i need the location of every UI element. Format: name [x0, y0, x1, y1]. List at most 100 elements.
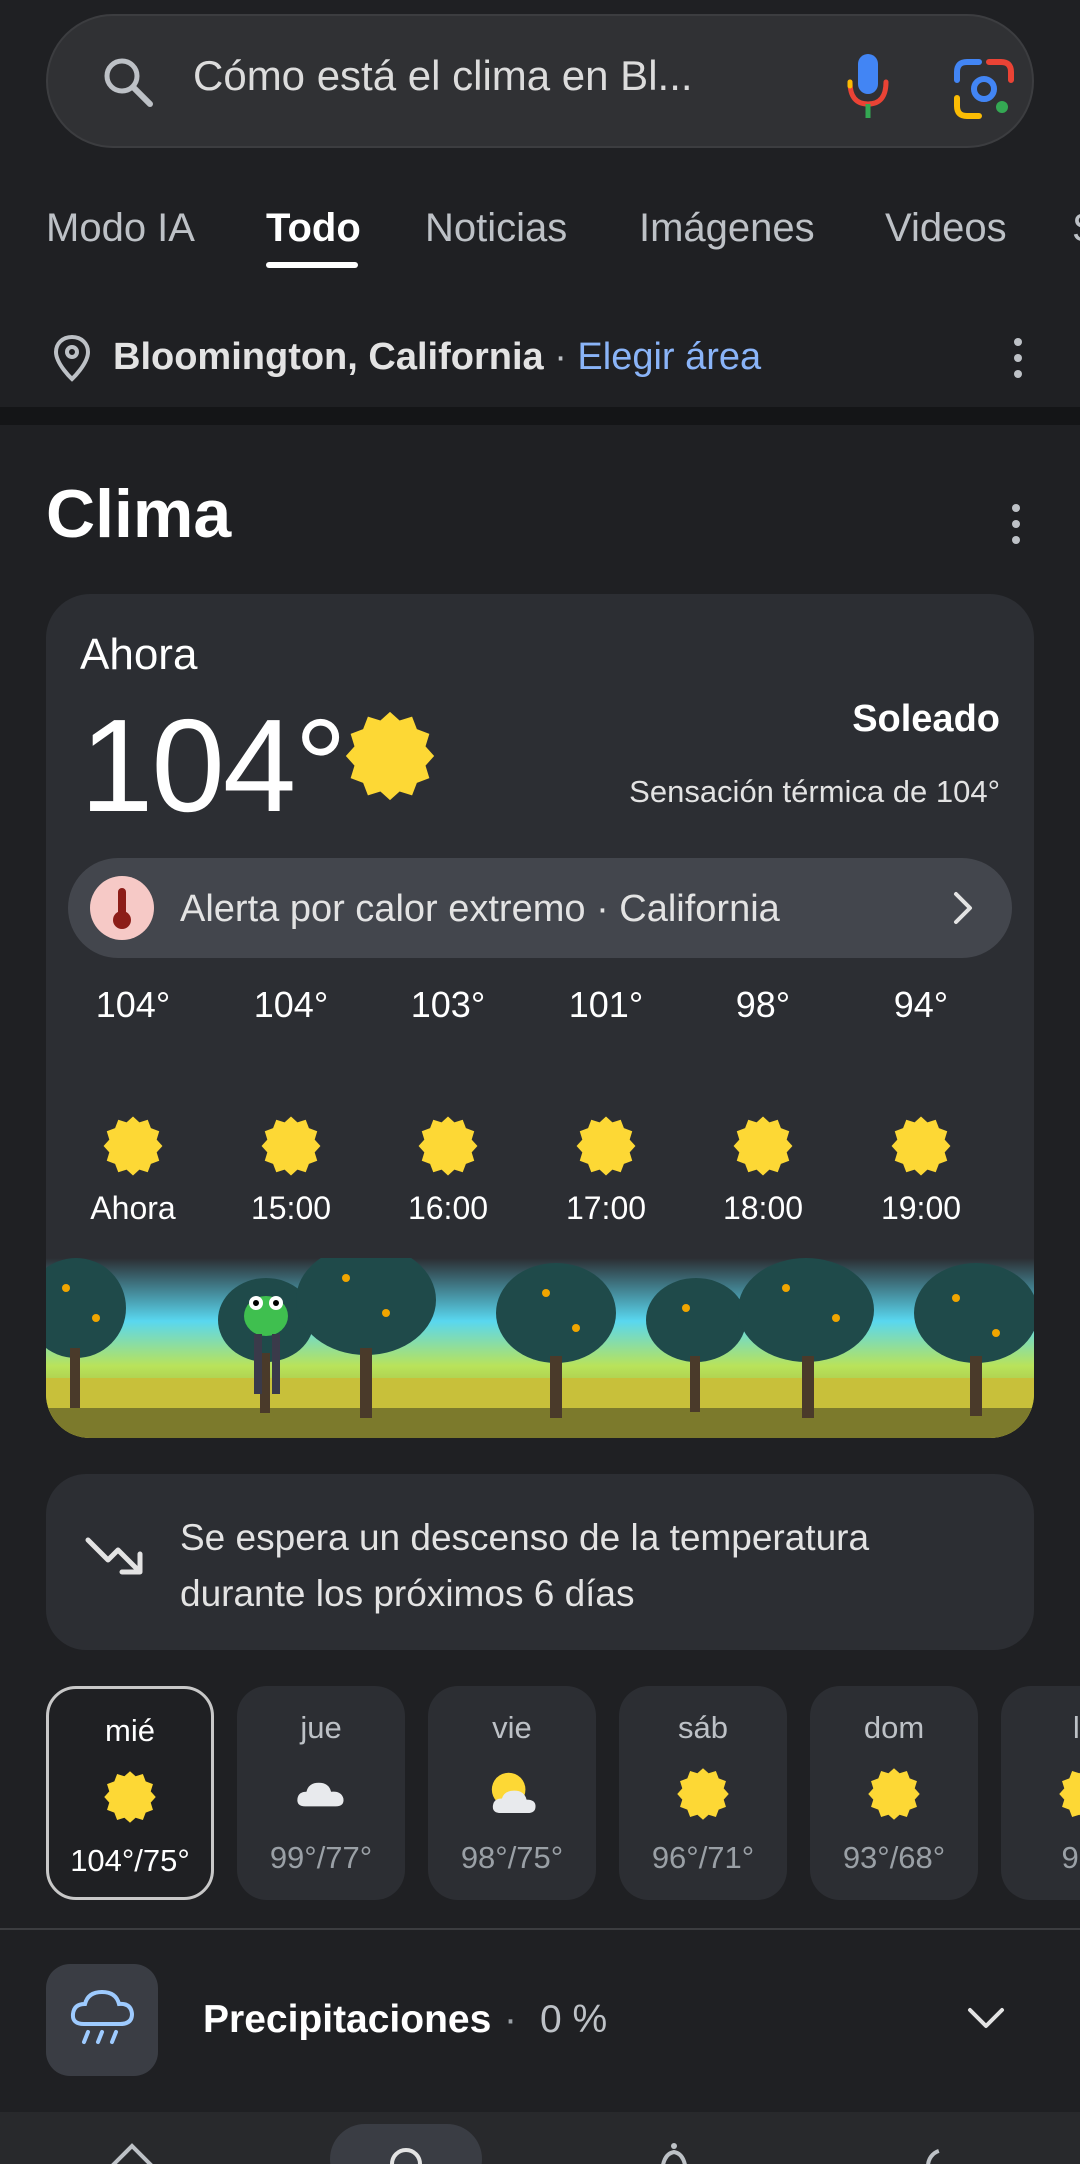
sun-icon [1059, 1771, 1080, 1817]
weather-scene-illustration [46, 1258, 1034, 1438]
active-tab-indicator [266, 262, 358, 268]
sun-icon [733, 1116, 793, 1176]
precipitation-row[interactable]: Precipitaciones · 0 % [0, 1962, 1080, 2078]
divider [0, 1928, 1080, 1930]
search-bar[interactable]: Cómo está el clima en Bl... [46, 14, 1034, 148]
day-card[interactable]: sáb 96°/71° [619, 1686, 787, 1900]
weather-more-icon[interactable] [1010, 504, 1022, 548]
tab-videos[interactable]: Videos [885, 206, 1007, 251]
heat-alert[interactable]: Alerta por calor extremo · California [68, 858, 1012, 958]
sun-icon [103, 1116, 163, 1176]
sun-icon [345, 711, 435, 801]
hourly-forecast: 104° Ahora 104° 15:00 103° 16:00 101° 17… [46, 984, 1034, 1254]
hourly-time: 19:00 [880, 1190, 962, 1226]
hourly-time: 15:00 [250, 1190, 332, 1226]
precipitation-separator: · [504, 1998, 517, 2041]
sun-icon [261, 1116, 321, 1176]
hourly-item: 101° 17:00 [527, 984, 685, 1227]
section-divider [0, 407, 1080, 425]
day-name: dom [863, 1710, 925, 1745]
daily-forecast: mié 104°/75° jue 99°/77° vie 98°/75° sáb… [0, 1686, 1080, 1900]
day-name: mié [105, 1713, 155, 1748]
hourly-item: 103° 16:00 [369, 984, 527, 1227]
sun-icon [868, 1768, 920, 1820]
day-name: sáb [678, 1710, 728, 1745]
day-range: 96°/71° [651, 1840, 755, 1875]
tab-noticias[interactable]: Noticias [425, 206, 567, 251]
day-range: 104°/75° [70, 1843, 190, 1878]
partly-cloudy-icon [491, 1772, 536, 1814]
current-weather-card: Ahora 104° Soleado Sensación térmica de … [46, 594, 1034, 1438]
condition-label: Soleado [852, 698, 1000, 740]
tab-modo-ia[interactable]: Modo IA [46, 206, 195, 251]
hourly-time: 16:00 [407, 1190, 489, 1226]
search-query[interactable]: Cómo está el clima en Bl... [193, 52, 693, 100]
day-range: 93°/68° [842, 1840, 946, 1875]
sun-icon [418, 1116, 478, 1176]
trending-down-icon [85, 1537, 143, 1575]
alert-separator: · [596, 888, 609, 930]
location-separator: · [554, 336, 567, 378]
tab-more[interactable]: S [1072, 206, 1080, 251]
location-text: Bloomington, California · Elegir área [113, 336, 761, 379]
tab-todo[interactable]: Todo [266, 206, 361, 251]
notifications-icon[interactable] [648, 2136, 700, 2164]
weather-title: Clima [46, 476, 232, 552]
location-more-icon[interactable] [1012, 338, 1024, 382]
home-icon[interactable] [106, 2136, 158, 2164]
hourly-temp: 101° [568, 984, 644, 1025]
now-label: Ahora [80, 630, 198, 679]
day-card[interactable]: lu 91° [1001, 1686, 1080, 1900]
search-tabs: Modo IA Todo Noticias Imágenes Videos S [0, 196, 1080, 276]
day-name: vie [492, 1710, 532, 1745]
sun-icon [677, 1768, 729, 1820]
bottom-navigation [0, 2112, 1080, 2164]
sun-icon [104, 1771, 156, 1823]
hourly-time: 18:00 [722, 1190, 804, 1226]
location-pin-icon [53, 334, 91, 382]
precipitation-label: Precipitaciones [203, 1998, 492, 2041]
current-temperature: 104° [80, 692, 347, 839]
chevron-down-icon[interactable] [966, 2004, 1006, 2034]
hourly-time: Ahora [90, 1190, 176, 1226]
precipitation-value: 0 % [540, 1998, 608, 2041]
hourly-temp: 94° [893, 984, 949, 1025]
day-range: 91° [1061, 1840, 1080, 1875]
day-card-selected[interactable]: mié 104°/75° [46, 1686, 214, 1900]
mic-icon[interactable] [843, 52, 893, 122]
trend-text: Se espera un descenso de la temperatura … [180, 1517, 870, 1614]
hourly-temp: 98° [735, 984, 791, 1025]
history-icon[interactable] [918, 2136, 970, 2164]
temperature-trend-card: Se espera un descenso de la temperatura … [46, 1474, 1034, 1650]
day-range: 98°/75° [460, 1840, 564, 1875]
cloud-icon [297, 1782, 344, 1807]
search-nav-icon[interactable] [380, 2136, 432, 2164]
hourly-temp: 103° [410, 984, 486, 1025]
choose-area-link[interactable]: Elegir área [577, 336, 761, 378]
alert-text: Alerta por calor extremo · California [180, 888, 780, 931]
thermometer-icon [90, 876, 154, 940]
hourly-temp: 104° [95, 984, 171, 1025]
hourly-item: 94° 19:00 [842, 984, 1000, 1227]
alert-region: California [619, 888, 780, 930]
day-card[interactable]: vie 98°/75° [428, 1686, 596, 1900]
sun-icon [576, 1116, 636, 1176]
sun-icon [891, 1116, 951, 1176]
day-range: 99°/77° [269, 1840, 373, 1875]
day-card[interactable]: dom 93°/68° [810, 1686, 978, 1900]
hourly-time: 17:00 [565, 1190, 647, 1226]
day-card[interactable]: jue 99°/77° [237, 1686, 405, 1900]
day-name: jue [300, 1710, 342, 1745]
alert-title: Alerta por calor extremo [180, 888, 586, 930]
hourly-item: 104° 15:00 [212, 984, 370, 1227]
chevron-right-icon [954, 892, 972, 924]
hourly-temp: 104° [253, 984, 329, 1025]
rain-cloud-icon [46, 1964, 158, 2076]
search-icon [104, 58, 153, 107]
tab-imagenes[interactable]: Imágenes [639, 206, 815, 251]
hourly-item: 104° Ahora [54, 984, 212, 1227]
location-name: Bloomington, California [113, 336, 544, 378]
lens-icon[interactable] [953, 58, 1015, 120]
feels-like-label: Sensación térmica de 104° [629, 774, 1000, 809]
day-name: lu [1072, 1710, 1080, 1745]
